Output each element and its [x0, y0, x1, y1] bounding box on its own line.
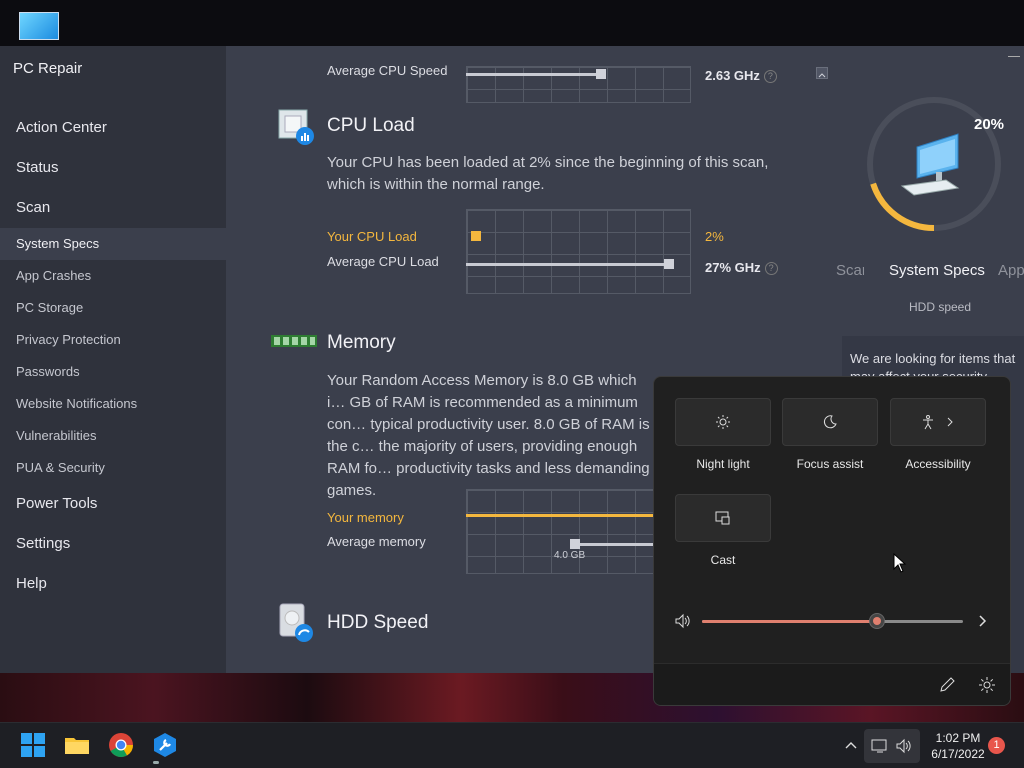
accessibility-label: Accessibility [905, 457, 971, 471]
app-title: PC Repair [13, 60, 83, 77]
chevron-up-icon [818, 73, 826, 78]
sidebar-item-website-notifications[interactable]: Website Notifications [0, 388, 226, 420]
settings-gear-icon[interactable] [978, 676, 996, 694]
carousel-next: App [998, 262, 1024, 279]
edit-pencil-icon[interactable] [938, 676, 956, 694]
running-indicator [153, 761, 159, 764]
focus-assist-label: Focus assist [796, 457, 864, 471]
cpu-load-title: CPU Load [327, 115, 415, 136]
memory-icon [271, 335, 317, 347]
sidebar-item-power-tools[interactable]: Power Tools [0, 484, 226, 524]
scan-caption: HDD speed [909, 300, 972, 314]
carousel-prev: Scan [836, 262, 864, 279]
avg-memory-bar [576, 543, 656, 546]
volume-thumb[interactable] [869, 613, 885, 629]
avg-memory-label: Average memory [327, 534, 426, 549]
quick-settings-flyout: Night light Focus assist Accessibility C… [653, 376, 1011, 706]
taskbar: 1:02 PM 6/17/2022 1 [0, 722, 1024, 768]
cpu-load-icon [278, 109, 314, 145]
memory-description: Your Random Access Memory is 8.0 GB whic… [327, 372, 650, 499]
hdd-title: HDD Speed [327, 612, 429, 633]
volume-slider[interactable] [702, 613, 963, 629]
avg-cpu-speed-value: 2.63 GHz? [705, 68, 777, 84]
brightness-icon [716, 415, 730, 429]
cast-label: Cast [710, 553, 736, 567]
hdd-icon [279, 603, 313, 642]
cpu-load-description: Your CPU has been loaded at 2% since the… [327, 154, 769, 193]
scroll-up-button[interactable] [816, 67, 828, 79]
pc-repair-taskbar-icon[interactable] [152, 732, 178, 758]
computer-icon [900, 133, 960, 196]
avg-cpu-load-bar [466, 263, 669, 266]
sidebar-item-scan[interactable]: Scan [0, 188, 226, 228]
file-explorer-icon[interactable] [64, 732, 90, 758]
sidebar-item-system-specs[interactable]: System Specs [0, 228, 226, 260]
sidebar-item-status[interactable]: Status [0, 148, 226, 188]
cast-tile[interactable] [675, 494, 771, 542]
mouse-cursor-icon [893, 553, 907, 573]
sidebar-nav: Action Center Status Scan System Specs App C… [0, 108, 226, 604]
scan-progress-percent: 20% [974, 116, 1005, 133]
scan-progress-ring [867, 97, 1001, 231]
sidebar-item-vulnerabilities[interactable]: Vulnerabilities [0, 420, 226, 452]
system-tray-quick-settings[interactable] [864, 729, 920, 763]
night-light-tile[interactable] [675, 398, 771, 446]
sidebar-item-privacy-protection[interactable]: Privacy Protection [0, 324, 226, 356]
avg-cpu-speed-bar-knob [596, 69, 606, 79]
chevron-up-icon[interactable] [845, 740, 857, 750]
windows-start-icon[interactable] [20, 732, 46, 758]
cast-icon [715, 511, 730, 525]
clock-time: 1:02 PM [935, 731, 981, 745]
avg-cpu-speed-bar [466, 73, 601, 76]
avg-cpu-load-bar-knob [664, 259, 674, 269]
cpu-load-chart [466, 209, 691, 294]
notification-badge[interactable]: 1 [988, 737, 1005, 754]
taskbar-clock[interactable]: 1:02 PM 6/17/2022 [922, 730, 994, 762]
info-icon: ? [763, 70, 777, 84]
desktop-background [0, 0, 1024, 46]
sidebar-item-passwords[interactable]: Passwords [0, 356, 226, 388]
speaker-icon[interactable] [674, 613, 692, 629]
sidebar-item-help[interactable]: Help [0, 564, 226, 604]
moon-icon [823, 415, 837, 429]
avg-memory-value: 4.0 GB [554, 550, 586, 561]
accessibility-icon [923, 415, 933, 430]
avg-cpu-speed-label: Average CPU Speed [327, 63, 448, 78]
your-cpu-load-marker [471, 231, 481, 241]
sidebar-item-pua-security[interactable]: PUA & Security [0, 452, 226, 484]
memory-title: Memory [327, 332, 396, 353]
sidebar-item-action-center[interactable]: Action Center [0, 108, 226, 148]
avg-memory-marker [570, 539, 580, 549]
sidebar-item-pc-storage[interactable]: PC Storage [0, 292, 226, 324]
your-cpu-load-value: 2% [705, 229, 724, 244]
volume-fill [702, 620, 877, 623]
sidebar-item-app-crashes[interactable]: App Crashes [0, 260, 226, 292]
quick-settings-footer [654, 663, 1010, 705]
sidebar-item-settings[interactable]: Settings [0, 524, 226, 564]
focus-assist-tile[interactable] [782, 398, 878, 446]
cpu-speed-chart [466, 66, 691, 103]
volume-icon [896, 738, 911, 754]
night-light-label: Night light [696, 457, 750, 471]
info-icon: ? [764, 262, 778, 276]
your-memory-bar [466, 514, 656, 517]
clock-date: 6/17/2022 [931, 747, 985, 761]
chevron-right-icon [947, 417, 953, 427]
this-pc-desktop-icon[interactable] [17, 10, 61, 44]
avg-cpu-load-label: Average CPU Load [327, 254, 439, 269]
network-icon [871, 739, 887, 753]
chrome-icon[interactable] [108, 732, 134, 758]
sidebar: PC Repair Action Center Status Scan System … [0, 46, 226, 673]
memory-chart [466, 489, 656, 574]
avg-cpu-load-value: 27% GHz? [705, 260, 778, 276]
your-cpu-load-label: Your CPU Load [327, 229, 417, 244]
your-memory-label: Your memory [327, 510, 404, 525]
accessibility-tile[interactable] [890, 398, 986, 446]
minimize-button[interactable] [1008, 56, 1020, 57]
chevron-right-icon[interactable] [976, 614, 988, 628]
carousel-current: System Specs [889, 262, 985, 279]
